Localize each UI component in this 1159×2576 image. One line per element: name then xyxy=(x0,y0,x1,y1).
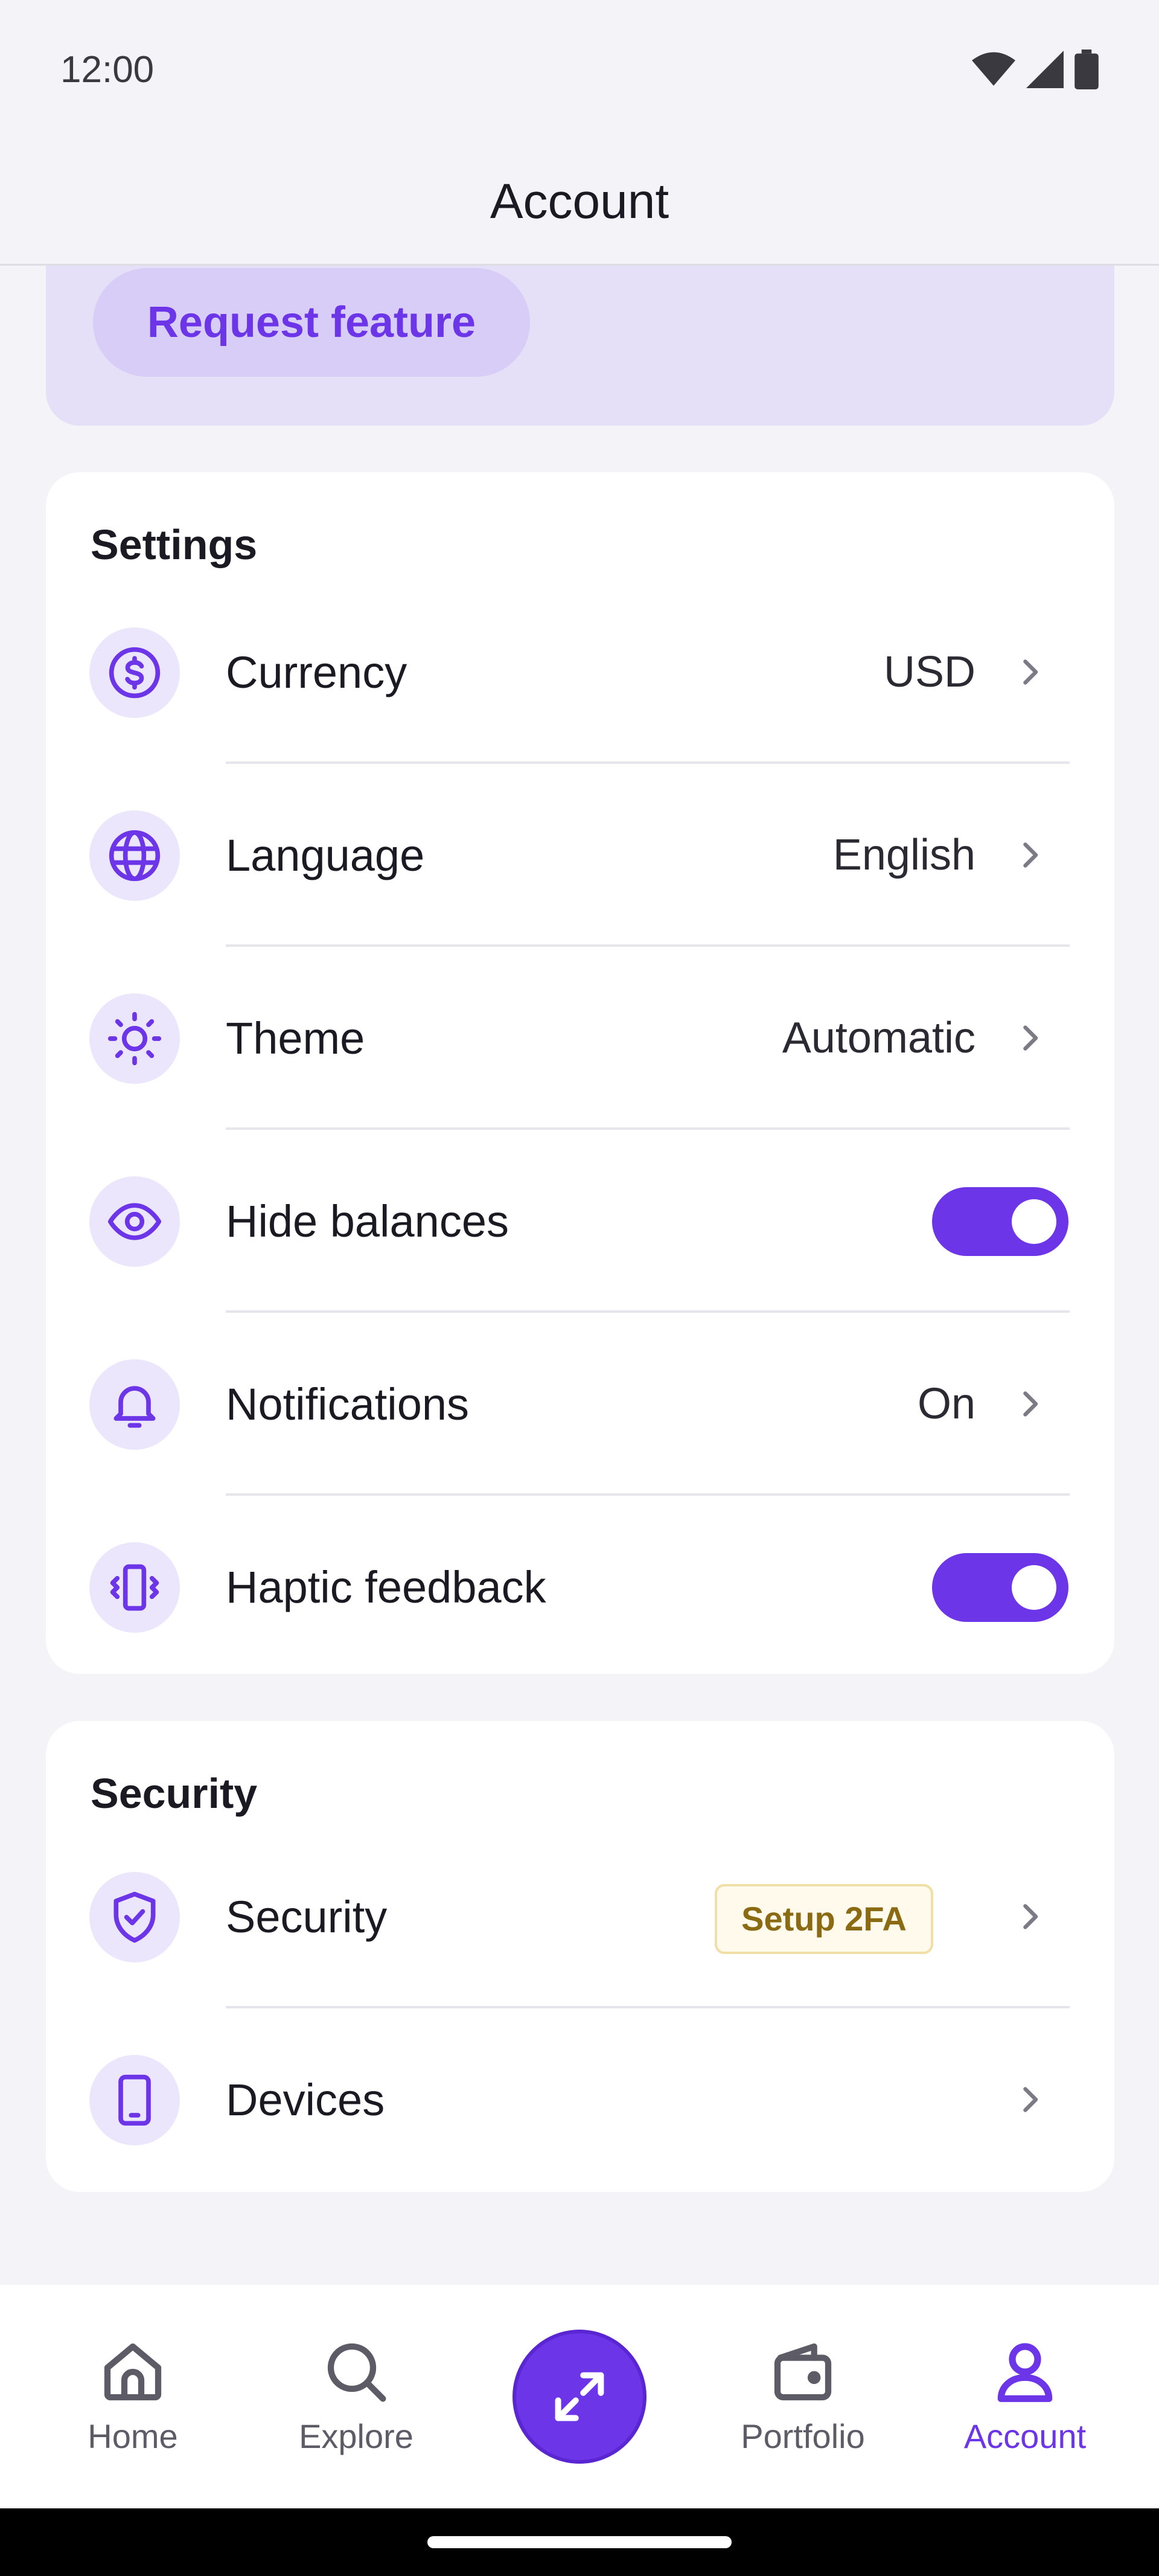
request-feature-button[interactable]: Request feature xyxy=(93,268,530,377)
globe-icon xyxy=(109,830,161,882)
nav-item-portfolio[interactable]: Portfolio xyxy=(712,2285,893,2508)
system-gesture-bar xyxy=(0,2508,1159,2576)
top-app-bar: Account xyxy=(0,139,1159,266)
chevron-right-icon xyxy=(1023,1904,1038,1929)
security-row-devices[interactable]: Devices xyxy=(46,2008,1114,2191)
toggle-knob xyxy=(1012,1565,1056,1610)
nav-item-explore[interactable]: Explore xyxy=(266,2285,447,2508)
settings-row-hide-balances: Hide balances xyxy=(46,1130,1114,1313)
settings-card: Settings Currency USD Language English T… xyxy=(46,472,1114,1674)
chevron-right-icon xyxy=(1023,1391,1038,1417)
settings-row-currency[interactable]: Currency USD xyxy=(46,581,1114,764)
status-time: 12:00 xyxy=(60,48,155,91)
vibration-icon xyxy=(110,1564,159,1611)
nav-label-account: Account xyxy=(963,2417,1087,2455)
status-icons xyxy=(972,50,1099,89)
search-icon xyxy=(327,2343,386,2401)
chevron-right-icon xyxy=(1023,2087,1038,2112)
security-card: Security Security Setup 2FA Devices xyxy=(46,1721,1114,2192)
nav-label-home: Home xyxy=(88,2417,178,2455)
row-label: Hide balances xyxy=(226,1196,509,1246)
hide-balances-toggle[interactable] xyxy=(932,1187,1068,1256)
row-label: Notifications xyxy=(226,1379,470,1429)
swap-arrows-icon xyxy=(555,2372,604,2421)
cell-signal-icon xyxy=(1026,51,1064,88)
section-title-security: Security xyxy=(91,1770,258,1817)
settings-row-theme[interactable]: Theme Automatic xyxy=(46,947,1114,1130)
row-value: USD xyxy=(883,648,975,696)
chevron-right-icon xyxy=(1023,842,1038,868)
currency-dollar-icon xyxy=(109,647,161,699)
nav-item-account[interactable]: Account xyxy=(934,2285,1116,2508)
row-label: Haptic feedback xyxy=(226,1562,546,1612)
row-label: Theme xyxy=(226,1013,365,1063)
row-value: English xyxy=(832,831,975,879)
haptic-feedback-toggle[interactable] xyxy=(932,1553,1068,1622)
settings-row-notifications[interactable]: Notifications On xyxy=(46,1313,1114,1496)
wifi-icon xyxy=(972,52,1015,86)
page-title: Account xyxy=(490,173,669,229)
nav-label-portfolio: Portfolio xyxy=(741,2417,865,2455)
sun-icon xyxy=(107,1011,162,1066)
security-row-security[interactable]: Security Setup 2FA xyxy=(46,1825,1114,2008)
wallet-icon xyxy=(774,2343,832,2400)
row-label: Security xyxy=(226,1892,388,1942)
row-value: On xyxy=(917,1380,975,1428)
toggle-knob xyxy=(1012,1199,1056,1244)
chevron-right-icon xyxy=(1023,659,1038,685)
user-icon xyxy=(997,2342,1053,2402)
swap-action-button[interactable] xyxy=(512,2330,647,2464)
bell-icon xyxy=(113,1386,156,1428)
status-bar: 12:00 xyxy=(0,0,1159,139)
settings-row-language[interactable]: Language English xyxy=(46,764,1114,947)
feature-request-card: Request feature xyxy=(46,266,1114,426)
chevron-right-icon xyxy=(1023,1025,1038,1051)
phone-icon xyxy=(118,2074,151,2126)
row-label: Devices xyxy=(226,2075,385,2125)
settings-row-haptic-feedback: Haptic feedback xyxy=(46,1496,1114,1679)
nav-label-explore: Explore xyxy=(299,2417,413,2455)
row-label: Currency xyxy=(226,647,407,697)
row-label: Language xyxy=(226,830,425,880)
bottom-navigation: Home Explore Portfolio Account xyxy=(0,2285,1159,2508)
nav-item-home[interactable]: Home xyxy=(42,2285,223,2508)
shield-check-icon xyxy=(113,1891,156,1943)
setup-2fa-badge: Setup 2FA xyxy=(715,1884,933,1954)
battery-icon xyxy=(1074,50,1099,89)
gesture-handle[interactable] xyxy=(427,2536,732,2548)
home-icon xyxy=(104,2343,162,2400)
row-value: Automatic xyxy=(782,1014,975,1062)
eye-icon xyxy=(107,1203,162,1240)
section-title-settings: Settings xyxy=(91,521,258,568)
